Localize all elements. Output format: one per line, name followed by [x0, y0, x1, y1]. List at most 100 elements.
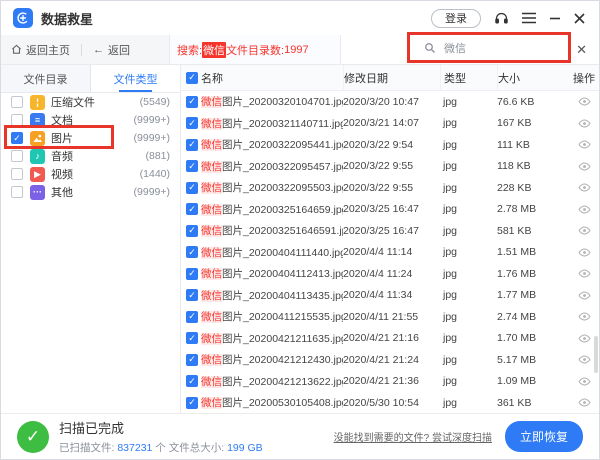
menu-icon[interactable]	[522, 12, 536, 24]
file-name: 微信图片_20200411215535.jpg	[201, 309, 343, 324]
sidebar-item-audio[interactable]: ♪音频(881)	[1, 147, 180, 165]
file-size: 361 KB	[497, 397, 567, 409]
preview-eye-icon[interactable]	[578, 224, 591, 237]
file-row[interactable]: 微信图片_20200325164659.jpg2020/3/25 16:47jp…	[181, 199, 599, 221]
preview-eye-icon[interactable]	[578, 138, 591, 151]
row-checkbox[interactable]	[186, 246, 198, 258]
category-count: (9999+)	[134, 186, 170, 198]
scrollbar-thumb[interactable]	[594, 336, 598, 373]
row-checkbox[interactable]	[186, 160, 198, 172]
image-icon	[30, 131, 45, 146]
search-input-annotated[interactable]: 微信	[407, 32, 571, 63]
row-checkbox[interactable]	[186, 332, 198, 344]
file-row[interactable]: 微信图片_20200421212430.jpg2020/4/21 21:24jp…	[181, 349, 599, 371]
row-checkbox[interactable]	[186, 375, 198, 387]
audio-icon: ♪	[30, 149, 45, 164]
sidebar-item-video[interactable]: ▶视频(1440)	[1, 165, 180, 183]
preview-eye-icon[interactable]	[578, 95, 591, 108]
select-all-checkbox[interactable]	[186, 72, 198, 84]
row-checkbox[interactable]	[186, 311, 198, 323]
file-row[interactable]: 微信图片_20200322095457.jpg2020/3/22 9:55jpg…	[181, 156, 599, 178]
file-row[interactable]: 微信图片_20200321140711.jpg2020/3/21 14:07jp…	[181, 113, 599, 135]
preview-eye-icon[interactable]	[578, 289, 591, 302]
sidebar-item-other[interactable]: ···其他(9999+)	[1, 183, 180, 201]
preview-eye-icon[interactable]	[578, 267, 591, 280]
column-name: 名称	[201, 70, 223, 86]
recover-now-button[interactable]: 立即恢复	[505, 421, 583, 452]
sidebar-item-image[interactable]: 图片(9999+)	[1, 129, 180, 147]
preview-eye-icon[interactable]	[578, 160, 591, 173]
row-checkbox[interactable]	[186, 117, 198, 129]
file-name: 微信图片_20200404111440.jpg	[201, 245, 343, 260]
tab-file-directory[interactable]: 文件目录	[1, 65, 90, 92]
total-size-value: 199 GB	[227, 442, 263, 454]
home-button[interactable]: 返回主页	[11, 42, 70, 58]
file-row[interactable]: 微信图片_20200404112413.jpg2020/4/4 11:24jpg…	[181, 263, 599, 285]
category-checkbox[interactable]	[11, 150, 23, 162]
preview-eye-icon[interactable]	[578, 246, 591, 259]
row-checkbox[interactable]	[186, 139, 198, 151]
file-row[interactable]: 微信图片_20200320104701.jpg2020/3/20 10:47jp…	[181, 91, 599, 113]
file-row[interactable]: 微信图片_20200411215535.jpg2020/4/11 21:55jp…	[181, 306, 599, 328]
category-label: 文档	[51, 112, 73, 128]
tab-file-type[interactable]: 文件类型	[90, 65, 180, 92]
file-date: 2020/3/22 9:55	[343, 182, 440, 194]
category-checkbox[interactable]	[11, 186, 23, 198]
minimize-icon[interactable]	[549, 12, 561, 24]
support-headset-icon[interactable]	[494, 11, 509, 26]
file-size: 1.77 MB	[497, 289, 567, 301]
search-value: 微信	[444, 40, 466, 56]
row-checkbox[interactable]	[186, 96, 198, 108]
file-rows: 微信图片_20200320104701.jpg2020/3/20 10:47jp…	[181, 91, 599, 413]
file-row[interactable]: 微信图片_20200322095503.jpg2020/3/22 9:55jpg…	[181, 177, 599, 199]
category-checkbox[interactable]	[11, 132, 23, 144]
file-name: 微信图片_20200421211635.jpg	[201, 331, 343, 346]
clear-search-icon[interactable]: ✕	[576, 43, 587, 56]
preview-eye-icon[interactable]	[578, 181, 591, 194]
row-checkbox[interactable]	[186, 225, 198, 237]
file-row[interactable]: 微信图片_20200530105408.jpg2020/5/30 10:54jp…	[181, 392, 599, 413]
row-checkbox[interactable]	[186, 268, 198, 280]
back-button[interactable]: ← 返回	[93, 42, 130, 58]
row-checkbox[interactable]	[186, 354, 198, 366]
file-row[interactable]: 微信图片_20200322095441.jpg2020/3/22 9:54jpg…	[181, 134, 599, 156]
sidebar-item-document[interactable]: ≡文档(9999+)	[1, 111, 180, 129]
file-row[interactable]: 微信图片_20200421211635.jpg2020/4/21 21:16jp…	[181, 328, 599, 350]
file-type: jpg	[440, 246, 497, 258]
row-checkbox[interactable]	[186, 289, 198, 301]
file-row[interactable]: 微信图片_20200404113435.jpg2020/4/4 11:34jpg…	[181, 285, 599, 307]
deep-scan-link[interactable]: 没能找到需要的文件? 尝试深度扫描	[334, 429, 492, 444]
file-date: 2020/3/21 14:07	[343, 117, 440, 129]
preview-eye-icon[interactable]	[578, 203, 591, 216]
search-summary: 搜索:微信 文件目录数:1997	[169, 35, 341, 64]
file-name: 微信图片_202003251646591.jpg	[201, 223, 343, 238]
file-row[interactable]: 微信图片_20200404111440.jpg2020/4/4 11:14jpg…	[181, 242, 599, 264]
row-checkbox[interactable]	[186, 182, 198, 194]
preview-eye-icon[interactable]	[578, 332, 591, 345]
file-size: 1.09 MB	[497, 375, 567, 387]
preview-eye-icon[interactable]	[578, 117, 591, 130]
preview-eye-icon[interactable]	[578, 375, 591, 388]
category-checkbox[interactable]	[11, 96, 23, 108]
preview-eye-icon[interactable]	[578, 396, 591, 409]
file-type: jpg	[440, 203, 497, 215]
file-row[interactable]: 微信图片_202003251646591.jpg2020/3/25 16:47j…	[181, 220, 599, 242]
app-title: 数据救星	[41, 9, 93, 28]
row-checkbox[interactable]	[186, 203, 198, 215]
row-checkbox[interactable]	[186, 397, 198, 409]
close-icon[interactable]	[574, 13, 585, 24]
table-header: 名称 修改日期 类型 大小 操作	[181, 65, 599, 91]
sidebar-item-zip[interactable]: ¦压缩文件(5549)	[1, 93, 180, 111]
back-label: 返回	[108, 42, 130, 58]
file-type: jpg	[440, 289, 497, 301]
category-checkbox[interactable]	[11, 168, 23, 180]
other-icon: ···	[30, 185, 45, 200]
file-row[interactable]: 微信图片_20200421213622.jpg2020/4/21 21:36jp…	[181, 371, 599, 393]
preview-eye-icon[interactable]	[578, 353, 591, 366]
file-date: 2020/3/25 16:47	[343, 203, 440, 215]
category-checkbox[interactable]	[11, 114, 23, 126]
file-name: 微信图片_20200421212430.jpg	[201, 352, 343, 367]
preview-eye-icon[interactable]	[578, 310, 591, 323]
login-button[interactable]: 登录	[431, 9, 481, 28]
summary-count: 1997	[284, 44, 308, 56]
